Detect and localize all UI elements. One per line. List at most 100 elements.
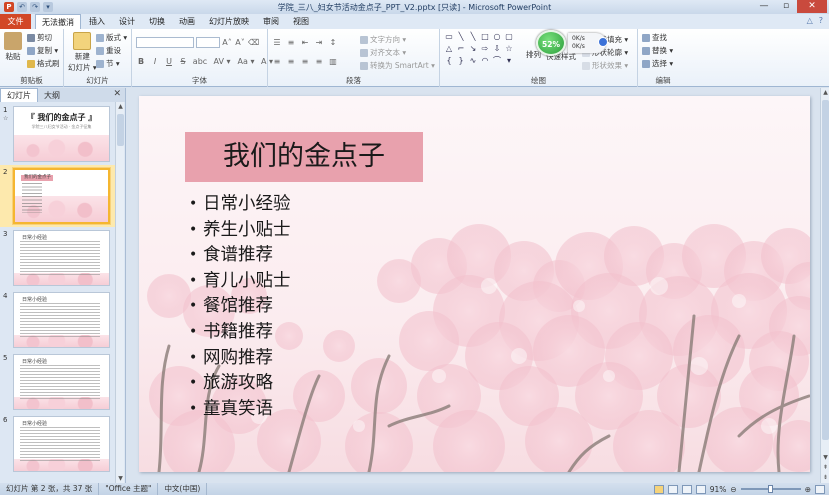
wave-shape-icon[interactable]: ⌒	[492, 56, 502, 66]
bullet-item[interactable]: • 书籍推荐	[189, 320, 291, 346]
slide-thumb-6[interactable]: 6 日常小经验	[0, 416, 114, 474]
bold-button[interactable]: B	[136, 57, 146, 66]
arrow3-shape-icon[interactable]: ⇩	[492, 44, 502, 54]
oval-shape-icon[interactable]: ○	[492, 32, 502, 42]
tab-insert[interactable]: 插入	[83, 14, 111, 29]
bullets-icon[interactable]: ☰	[272, 38, 282, 47]
paste-button[interactable]: 粘贴	[4, 32, 22, 62]
previous-slide-icon[interactable]: ⇞	[821, 464, 829, 471]
tab-transitions[interactable]: 切换	[143, 14, 171, 29]
scroll-down-icon[interactable]: ▼	[116, 475, 125, 482]
curve-shape-icon[interactable]: ∿	[468, 56, 478, 66]
line-spacing-icon[interactable]: ↕	[328, 38, 338, 47]
new-slide-button[interactable]: 新建 幻灯片 ▾	[68, 32, 97, 73]
reading-view-icon[interactable]	[681, 484, 692, 494]
scrollbar-thumb[interactable]	[117, 114, 124, 146]
tab-slides-pane[interactable]: 幻灯片	[0, 88, 38, 102]
bullet-item[interactable]: • 童真笑语	[189, 397, 291, 423]
close-button[interactable]: ✕	[797, 0, 827, 13]
tab-animations[interactable]: 动画	[173, 14, 201, 29]
bullet-item[interactable]: • 食谱推荐	[189, 243, 291, 269]
bullet-list[interactable]: • 日常小经验 • 养生小贴士 • 食谱推荐 • 育儿小贴士 • 餐馆推荐 • 书籍推荐 •…	[189, 192, 291, 422]
zoom-slider[interactable]	[740, 485, 801, 493]
text-direction-button[interactable]: 文字方向 ▾	[360, 34, 406, 45]
justify-icon[interactable]: ≡	[314, 57, 324, 66]
bullet-item[interactable]: • 网购推荐	[189, 346, 291, 372]
copy-button[interactable]: 复制 ▾	[27, 45, 58, 56]
tab-undo-tooltip[interactable]: 无法撤消	[35, 13, 81, 30]
minimize-ribbon-icon[interactable]: △	[807, 16, 813, 25]
clear-format-button[interactable]: ⌫	[248, 38, 259, 47]
shape-effects-button[interactable]: 形状效果 ▾	[582, 60, 628, 71]
zoom-out-icon[interactable]: ⊖	[730, 485, 736, 494]
find-button[interactable]: 查找	[642, 32, 667, 43]
slide-sorter-icon[interactable]	[667, 484, 678, 494]
slide-thumb-1[interactable]: 1 ☆ 『 我们的金点子 』 学院三八妇女节活动 · 金点子征集	[0, 106, 114, 164]
brace-shape-icon[interactable]: {	[444, 56, 454, 66]
tab-view[interactable]: 视图	[287, 14, 315, 29]
grow-font-button[interactable]: A˄	[222, 38, 232, 47]
select-button[interactable]: 选择 ▾	[642, 58, 673, 69]
language-indicator[interactable]: 中文(中国)	[158, 483, 208, 495]
zoom-in-icon[interactable]: ⊕	[805, 485, 811, 494]
arrow2-shape-icon[interactable]: ⇨	[480, 44, 490, 54]
char-spacing-button[interactable]: AV ▾	[212, 57, 232, 66]
callout-shape-icon[interactable]: ◠	[480, 56, 490, 66]
zoom-slider-knob[interactable]	[767, 485, 773, 493]
fit-to-window-icon[interactable]	[815, 484, 825, 494]
help-icon[interactable]: ?	[819, 16, 823, 25]
elbow-shape-icon[interactable]: ⌐	[456, 44, 466, 54]
bullet-item[interactable]: • 旅游攻略	[189, 371, 291, 397]
underline-button[interactable]: U	[164, 57, 174, 66]
slide-thumb-4[interactable]: 4 日常小经验	[0, 292, 114, 350]
arrow-shape-icon[interactable]: ↘	[468, 44, 478, 54]
increase-indent-icon[interactable]: ⇥	[314, 38, 324, 47]
smartart-button[interactable]: 转换为 SmartArt ▾	[360, 60, 435, 71]
slide[interactable]: 我们的金点子 • 日常小经验 • 养生小贴士 • 食谱推荐 • 育儿小贴士 • 餐馆推荐 …	[139, 96, 810, 472]
slide-thumb-2[interactable]: 2 我们的金点子	[0, 165, 116, 227]
section-button[interactable]: 节 ▾	[96, 58, 120, 69]
slide-title[interactable]: 我们的金点子	[185, 132, 423, 182]
slide-thumb-5[interactable]: 5 日常小经验	[0, 354, 114, 412]
minimize-button[interactable]: —	[753, 0, 775, 13]
monitor-dot-icon[interactable]	[598, 37, 608, 47]
shrink-font-button[interactable]: A˅	[235, 38, 245, 47]
reset-button[interactable]: 重设	[96, 45, 121, 56]
next-slide-icon[interactable]: ⇟	[821, 474, 829, 481]
strikethrough-button[interactable]: S	[178, 57, 188, 66]
slide-scrollbar[interactable]: ▲ ▼ ⇞ ⇟	[820, 88, 829, 483]
align-left-icon[interactable]: ≡	[272, 57, 282, 66]
line-shape-icon[interactable]: ╲	[456, 32, 466, 42]
shadow-button[interactable]: abc	[192, 57, 208, 66]
star-shape-icon[interactable]: ☆	[504, 44, 514, 54]
shapes-gallery[interactable]: ▭ ╲ ╲ □ ○ ▢ △ ⌐ ↘ ⇨ ⇩ ☆ { } ∿ ◠ ⌒ ▾	[444, 32, 514, 66]
tab-outline-pane[interactable]: 大纲	[38, 89, 66, 102]
italic-button[interactable]: I	[150, 57, 160, 66]
cut-button[interactable]: 剪切	[27, 32, 52, 43]
tab-design[interactable]: 设计	[113, 14, 141, 29]
rect-shape-icon[interactable]: □	[480, 32, 490, 42]
triangle-shape-icon[interactable]: △	[444, 44, 454, 54]
slideshow-view-icon[interactable]	[695, 484, 706, 494]
rounded-rect-icon[interactable]: ▢	[504, 32, 514, 42]
tab-file[interactable]: 文件	[0, 14, 31, 29]
close-pane-icon[interactable]: ✕	[113, 89, 121, 99]
font-size-combo[interactable]	[196, 37, 220, 48]
tab-review[interactable]: 审阅	[257, 14, 285, 29]
font-name-combo[interactable]	[136, 37, 194, 48]
bullet-item[interactable]: • 日常小经验	[189, 192, 291, 218]
change-case-button[interactable]: Aa ▾	[236, 57, 256, 66]
brace2-shape-icon[interactable]: }	[456, 56, 466, 66]
scroll-down-icon[interactable]: ▼	[821, 454, 829, 461]
bullet-item[interactable]: • 养生小贴士	[189, 218, 291, 244]
thumbs-scrollbar[interactable]: ▲ ▼	[115, 102, 124, 483]
replace-button[interactable]: 替换 ▾	[642, 45, 673, 56]
layout-button[interactable]: 版式 ▾	[96, 32, 127, 43]
scrollbar-thumb[interactable]	[822, 100, 829, 440]
tab-slideshow[interactable]: 幻灯片放映	[203, 14, 255, 29]
zoom-level[interactable]: 91%	[710, 485, 727, 494]
scroll-up-icon[interactable]: ▲	[821, 89, 829, 96]
normal-view-icon[interactable]	[653, 484, 664, 494]
numbering-icon[interactable]: ≡	[286, 38, 296, 47]
format-painter-button[interactable]: 格式刷	[27, 58, 60, 69]
